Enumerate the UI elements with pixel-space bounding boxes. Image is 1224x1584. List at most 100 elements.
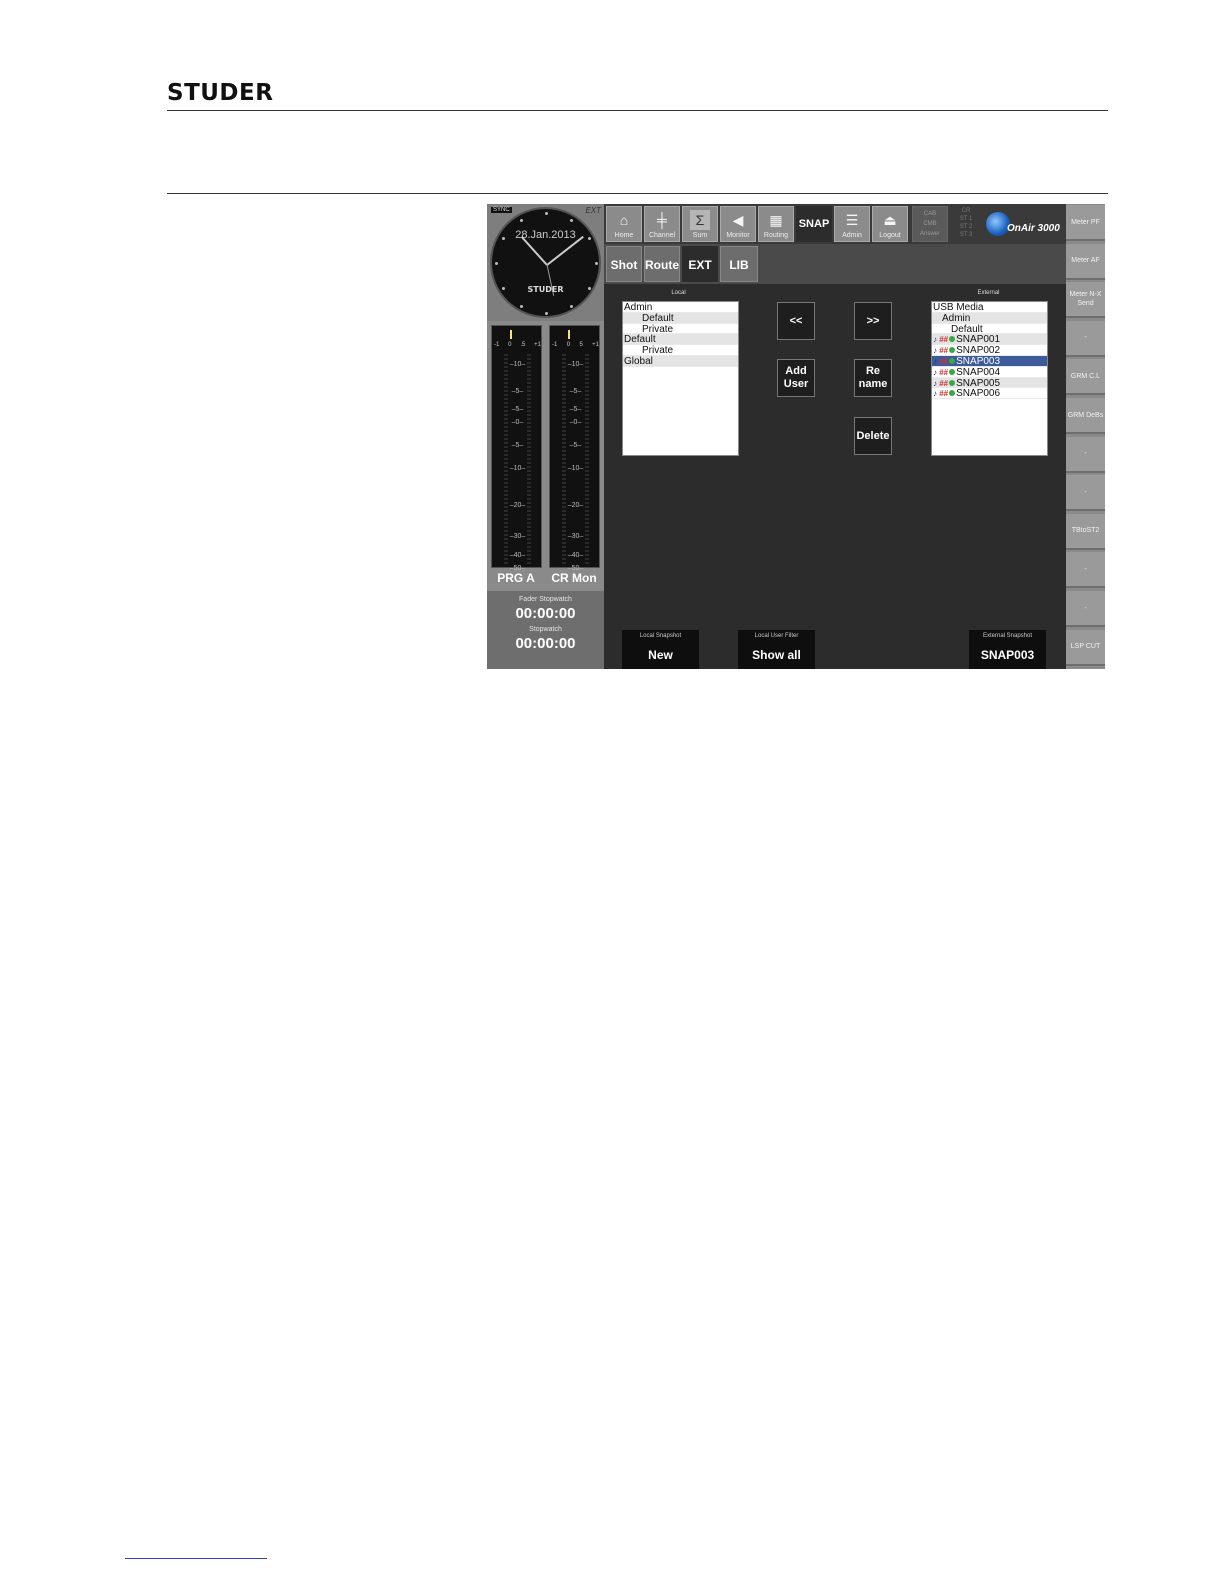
clock-tick xyxy=(545,212,548,215)
local-tree-item[interactable]: Private xyxy=(623,324,738,335)
section-rule xyxy=(167,193,1108,194)
tab-lib[interactable]: LIB xyxy=(720,246,758,282)
studio-list: CR ST 1 ST 2 ST 3 xyxy=(959,208,973,238)
external-tree-item-label: Admin xyxy=(942,312,971,324)
home-button[interactable]: ⌂ Home xyxy=(606,206,642,242)
external-tree[interactable]: USB Media Admin Default ♪ ## SNAP001 ♪ ## SNAP… xyxy=(931,301,1048,456)
softkey-button[interactable]: - xyxy=(1066,591,1105,627)
local-tree-item[interactable]: Default xyxy=(623,312,738,324)
sum-button[interactable]: Σ Sum xyxy=(682,206,718,242)
external-list-title: External xyxy=(977,290,1000,296)
sync-badge: SYNC xyxy=(491,207,512,213)
external-tree-item-label: SNAP005 xyxy=(956,377,1001,389)
fader-stopwatch-label: Fader Stopwatch xyxy=(519,596,572,603)
local-tree-item-label: Default xyxy=(624,334,656,346)
main-toolbar: ⌂ Home ╪ Channel Σ Sum ◀ Monitor ▦ Routing SN… xyxy=(604,204,1066,244)
status-dot-icon xyxy=(949,368,956,375)
external-tree-item[interactable]: ♪ ## SNAP006 xyxy=(932,388,1047,399)
meter-cr-mon: -1 0 5 +1 –10– –5– –5– –0– –5– –10– –20– –30– –40– –… xyxy=(549,325,600,572)
tab-shot[interactable]: Shot xyxy=(606,246,642,282)
copy-to-local-button[interactable]: << xyxy=(777,302,815,340)
copy-to-external-button[interactable]: >> xyxy=(854,302,892,340)
external-tree-item[interactable]: ♪ ## SNAP005 xyxy=(932,377,1047,389)
meter-mark-label: –30– xyxy=(567,533,584,540)
meter-mark-label: –20– xyxy=(567,502,584,509)
meter-mark-label: –5– xyxy=(569,406,582,413)
admin-list-icon: ☰ xyxy=(845,212,859,228)
clock-tick xyxy=(501,287,505,290)
status-dot-icon xyxy=(949,347,956,354)
local-user-filter-field[interactable]: Local User Filter Show all xyxy=(738,630,815,669)
local-tree-item[interactable]: Default xyxy=(623,334,738,345)
softkey-button[interactable]: Meter N-X Send xyxy=(1066,282,1105,319)
softkey-button[interactable]: Meter AF xyxy=(1066,243,1105,280)
softkey-button[interactable]: GRM DeBs xyxy=(1066,398,1105,434)
footer-link-underline xyxy=(125,1558,267,1559)
delete-button[interactable]: Delete xyxy=(854,417,892,455)
level-meters: -1 0.5 +1 –10– –5– –5– –0– –5– –10– –20– –30– –40–… xyxy=(487,323,604,591)
external-tree-item-label: USB Media xyxy=(933,302,984,313)
routing-grid-icon: ▦ xyxy=(769,212,783,228)
hash-icon: ## xyxy=(939,356,949,366)
clock-panel: 28.Jan.2013 STUDER SYNC EXT xyxy=(487,204,604,321)
tab-route[interactable]: Route xyxy=(644,246,680,282)
external-tree-item[interactable]: ♪ ## SNAP001 xyxy=(932,334,1047,345)
softkey-button[interactable]: LSP CUT xyxy=(1066,629,1105,666)
local-tree-item-label: Private xyxy=(642,323,674,335)
local-snapshot-field[interactable]: Local Snapshot New xyxy=(622,630,699,669)
meter-mark-label: –5– xyxy=(511,388,524,395)
softkey-column: Meter PF Meter AF Meter N-X Send - GRM C.L GR… xyxy=(1066,204,1105,669)
local-tree[interactable]: Admin Default Private Default Private Global xyxy=(622,301,739,456)
meter-mark-label: –5– xyxy=(511,406,524,413)
local-tree-item[interactable]: Admin xyxy=(623,302,738,313)
snap-button[interactable]: SNAP xyxy=(796,206,832,242)
local-tree-item[interactable]: Private xyxy=(623,345,738,356)
talkback-group-button[interactable]: CAB CMB Answer xyxy=(912,206,948,242)
softkey-button[interactable]: - xyxy=(1066,552,1105,589)
external-tree-item-label: SNAP006 xyxy=(956,388,1001,400)
external-tree-item[interactable]: Admin xyxy=(932,312,1047,324)
clock-brand: STUDER xyxy=(527,285,564,294)
meter-mark-label: –40– xyxy=(509,552,526,559)
external-tree-item[interactable]: Default xyxy=(932,324,1047,335)
external-tree-item[interactable]: ♪ ## SNAP004 xyxy=(932,367,1047,378)
rename-button[interactable]: Re name xyxy=(854,359,892,397)
logout-icon: ⏏ xyxy=(883,212,897,228)
channel-button[interactable]: ╪ Channel xyxy=(644,206,680,242)
softkey-button[interactable]: - xyxy=(1066,436,1105,473)
routing-button[interactable]: ▦ Routing xyxy=(758,206,794,242)
local-tree-item[interactable]: Global xyxy=(623,355,738,367)
softkey-button[interactable]: TBtoST2 xyxy=(1066,513,1105,550)
clock-tick xyxy=(570,305,573,309)
peak-indicator xyxy=(510,330,512,339)
meter-label-prg-a: PRG A xyxy=(497,571,535,585)
external-tree-item-label: SNAP001 xyxy=(956,334,1001,346)
home-icon: ⌂ xyxy=(619,212,629,228)
clock-tick xyxy=(520,218,523,222)
meter-mark-label: –10– xyxy=(567,361,584,368)
status-dot-icon xyxy=(949,390,956,397)
softkey-button[interactable]: - xyxy=(1066,475,1105,512)
external-tree-item[interactable]: USB Media xyxy=(932,302,1047,313)
external-tree-item[interactable]: ♪ ## SNAP002 xyxy=(932,345,1047,356)
admin-button[interactable]: ☰ Admin xyxy=(834,206,870,242)
sum-sigma-icon: Σ xyxy=(690,210,710,230)
meter-label-cr-mon: CR Mon xyxy=(551,571,597,585)
status-dot-icon xyxy=(949,357,956,364)
monitor-button[interactable]: ◀ Monitor xyxy=(720,206,756,242)
softkey-button[interactable]: Meter PF xyxy=(1066,205,1105,241)
analog-clock: 28.Jan.2013 STUDER xyxy=(490,207,601,318)
clock-tick xyxy=(545,312,548,315)
external-snapshot-field[interactable]: External Snapshot SNAP003 xyxy=(969,630,1046,669)
logout-button[interactable]: ⏏ Logout xyxy=(872,206,908,242)
softkey-button[interactable]: GRM C.L xyxy=(1066,359,1105,396)
add-user-button[interactable]: Add User xyxy=(777,359,815,397)
stopwatch-value[interactable]: 00:00:00 xyxy=(487,635,604,652)
clock-date: 28.Jan.2013 xyxy=(515,229,576,241)
tab-ext[interactable]: EXT xyxy=(682,246,718,282)
fader-stopwatch-value[interactable]: 00:00:00 xyxy=(487,605,604,622)
onair-logo: OnAir 3000 xyxy=(984,210,1066,240)
softkey-button[interactable]: - xyxy=(1066,320,1105,357)
local-tree-item-label: Admin xyxy=(624,302,653,313)
external-tree-item[interactable]: ♪ ## SNAP003 xyxy=(932,355,1047,367)
